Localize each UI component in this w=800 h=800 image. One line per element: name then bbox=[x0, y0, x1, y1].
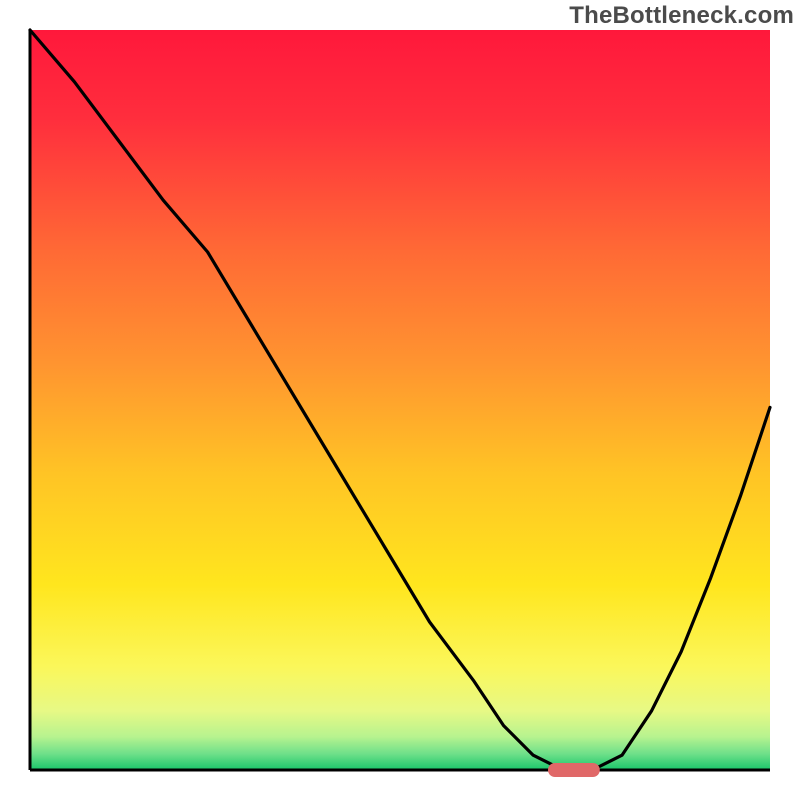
plot-gradient-area bbox=[30, 30, 770, 770]
optimal-marker bbox=[548, 763, 600, 777]
bottleneck-chart bbox=[0, 0, 800, 800]
